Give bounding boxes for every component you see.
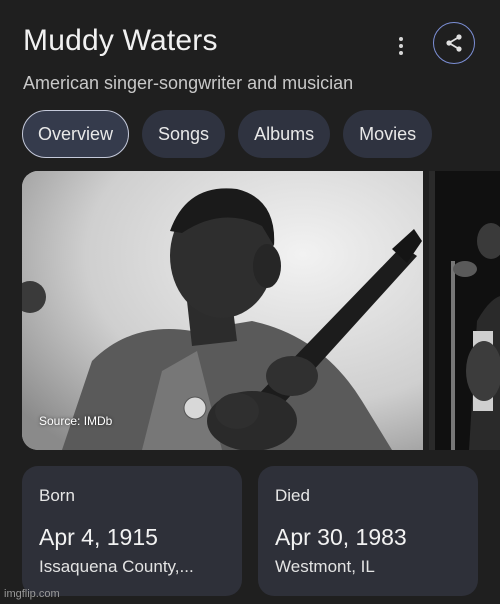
share-button[interactable] (433, 22, 475, 64)
entity-title: Muddy Waters (23, 24, 218, 57)
more-dot (399, 51, 403, 55)
watermark: imgflip.com (4, 588, 60, 600)
born-card[interactable]: Born Apr 4, 1915 Issaquena County,... (22, 466, 242, 596)
share-icon (446, 34, 462, 52)
entity-subtitle: American singer-songwriter and musician (23, 73, 354, 93)
tab-songs[interactable]: Songs (142, 110, 226, 158)
born-place: Issaquena County,... (39, 557, 194, 576)
image-source-label: Source: IMDb (39, 414, 113, 428)
more-dot (399, 44, 403, 48)
born-label: Born (39, 486, 75, 505)
died-card[interactable]: Died Apr 30, 1983 Westmont, IL (258, 466, 478, 596)
died-label: Died (275, 486, 310, 505)
tab-bar: Overview Songs Albums Movies (22, 110, 433, 158)
main-photo[interactable]: Source: IMDb (22, 171, 423, 450)
died-place: Westmont, IL (275, 557, 375, 576)
tab-overview[interactable]: Overview (22, 110, 130, 158)
tab-albums[interactable]: Albums (238, 110, 331, 158)
more-dot (399, 37, 403, 41)
more-options-button[interactable] (388, 30, 414, 62)
born-date: Apr 4, 1915 (39, 524, 158, 550)
performance-photo (429, 171, 500, 450)
died-date: Apr 30, 1983 (275, 524, 407, 550)
portrait-photo (22, 171, 423, 450)
secondary-photo[interactable] (429, 171, 500, 450)
tab-movies[interactable]: Movies (343, 110, 433, 158)
